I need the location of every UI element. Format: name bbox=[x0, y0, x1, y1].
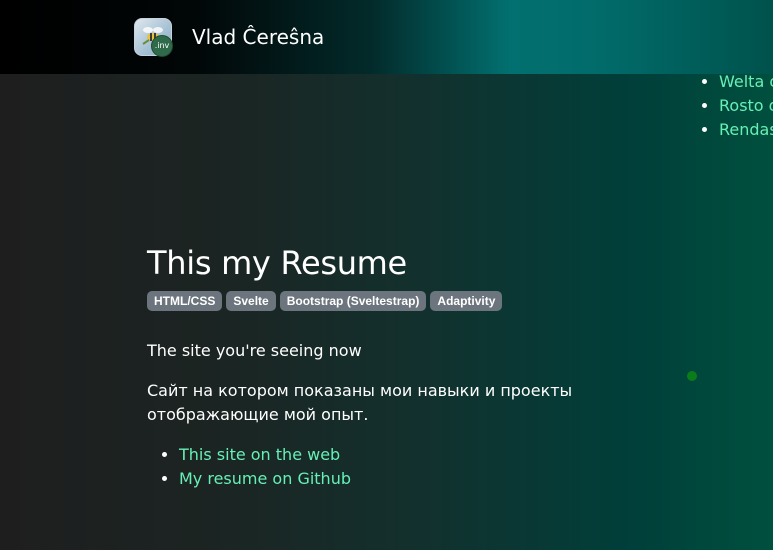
tag-badge: Svelte bbox=[226, 291, 276, 311]
list-item: My resume on Github bbox=[179, 467, 657, 491]
project-description-ru: Сайт на котором показаны мои навыки и пр… bbox=[147, 381, 573, 424]
tag-badge: Adaptivity bbox=[430, 291, 503, 311]
list-item: Welta o bbox=[719, 70, 773, 94]
brand-link[interactable]: .inv Vlad Ĉereŝna bbox=[134, 18, 325, 57]
brand-name: Vlad Ĉereŝna bbox=[192, 25, 325, 49]
project-title: This my Resume bbox=[147, 244, 407, 282]
site-web-link[interactable]: This site on the web bbox=[179, 445, 340, 464]
list-item: Rosto o bbox=[719, 94, 773, 118]
list-item: Rendas bbox=[719, 118, 773, 142]
tag-badge: Bootstrap (Sveltestrap) bbox=[279, 291, 427, 311]
side-link-3[interactable]: Rendas bbox=[719, 120, 773, 139]
carousel-indicator-dot[interactable] bbox=[687, 371, 697, 381]
top-navbar: .inv Vlad Ĉereŝna bbox=[0, 0, 773, 74]
list-item: This site on the web bbox=[179, 443, 657, 467]
app-logo: .inv bbox=[134, 18, 173, 57]
project-description: The site you're seeing now bbox=[147, 341, 362, 360]
side-link-2[interactable]: Rosto o bbox=[719, 96, 773, 115]
side-link-1[interactable]: Welta o bbox=[719, 72, 773, 91]
side-project-list: Welta o Rosto o Rendas bbox=[702, 70, 773, 142]
github-link[interactable]: My resume on Github bbox=[179, 469, 351, 488]
tag-list: HTML/CSS Svelte Bootstrap (Sveltestrap) … bbox=[147, 291, 657, 311]
project-links: This site on the web My resume on Github bbox=[147, 443, 657, 491]
tag-badge: HTML/CSS bbox=[147, 291, 223, 311]
logo-badge: .inv bbox=[151, 35, 173, 57]
project-card: This my Resume HTML/CSS Svelte Bootstrap… bbox=[147, 240, 657, 491]
